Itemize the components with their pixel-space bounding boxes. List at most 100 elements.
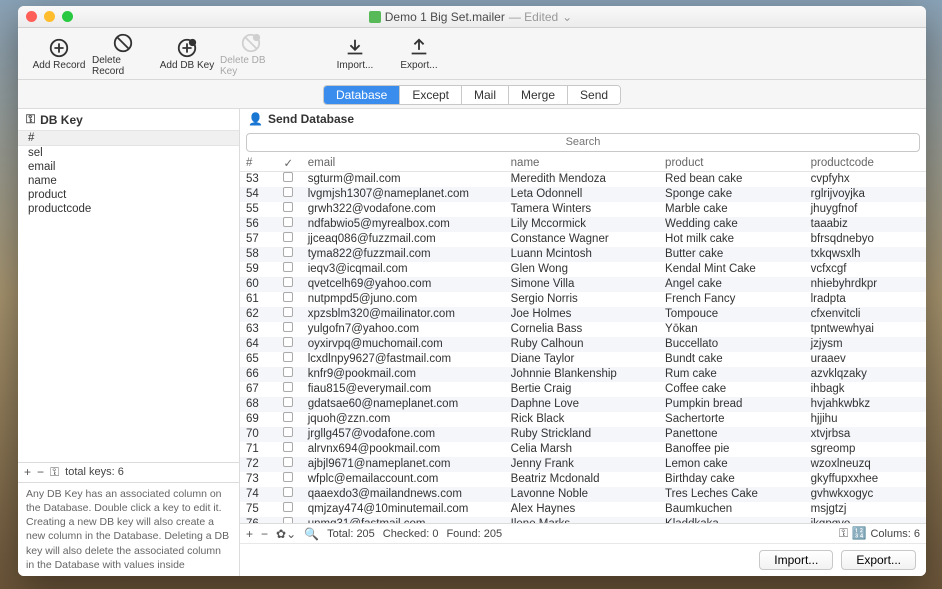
table-row[interactable]: 66knfr9@pookmail.comJohnnie BlankenshipR…	[240, 367, 926, 382]
table-row[interactable]: 72ajbjl9671@nameplanet.comJenny FrankLem…	[240, 457, 926, 472]
db-key-item[interactable]: name	[18, 174, 239, 188]
key-icon: ⚿	[26, 112, 35, 127]
db-key-item[interactable]: sel	[18, 146, 239, 160]
chevron-down-icon[interactable]: ⌄	[562, 10, 572, 24]
tab-except[interactable]: Except	[400, 86, 462, 104]
table-row[interactable]: 65lcxdlnpy9627@fastmail.comDiane TaylorB…	[240, 352, 926, 367]
table-row[interactable]: 57jjceaq086@fuzzmail.comConstance Wagner…	[240, 232, 926, 247]
search-input[interactable]	[246, 133, 920, 152]
row-checkbox[interactable]	[283, 457, 293, 467]
column-header[interactable]: email	[302, 155, 505, 172]
close-icon[interactable]	[26, 11, 37, 22]
import-button[interactable]: Import...	[324, 36, 386, 71]
database-table[interactable]: #✓emailnameproductproductcode 53sgturm@m…	[240, 155, 926, 524]
table-row[interactable]: 56ndfabwio5@myrealbox.comLily MccormickW…	[240, 217, 926, 232]
db-key-item[interactable]: productcode	[18, 202, 239, 216]
add-record-button[interactable]: Add Record	[28, 36, 90, 71]
delete-db-key-button[interactable]: Delete DB Key	[220, 31, 282, 77]
export-button-bottom[interactable]: Export...	[841, 550, 916, 570]
table-row[interactable]: 62xpzsblm320@mailinator.comJoe HolmesTom…	[240, 307, 926, 322]
column-header[interactable]: ✓	[277, 155, 301, 172]
db-key-item[interactable]: #	[18, 130, 239, 146]
minus-icon[interactable]: −	[261, 527, 268, 541]
zoom-icon[interactable]	[62, 11, 73, 22]
table-row[interactable]: 60qvetcelh69@yahoo.comSimone VillaAngel …	[240, 277, 926, 292]
table-row[interactable]: 54lvgmjsh1307@nameplanet.comLeta Odonnel…	[240, 187, 926, 202]
table-row[interactable]: 55grwh322@vodafone.comTamera WintersMarb…	[240, 202, 926, 217]
row-checkbox[interactable]	[283, 277, 293, 287]
status-checked: Checked: 0	[383, 528, 439, 540]
table-row[interactable]: 73wfplc@emailaccount.comBeatriz Mcdonald…	[240, 472, 926, 487]
table-row[interactable]: 76unmg31@fastmail.comIlene MarksKladdkak…	[240, 517, 926, 524]
tab-merge[interactable]: Merge	[509, 86, 568, 104]
main-title: 👤 Send Database	[240, 109, 926, 129]
row-checkbox[interactable]	[283, 337, 293, 347]
status-found: Found: 205	[446, 528, 502, 540]
row-checkbox[interactable]	[283, 247, 293, 257]
row-checkbox[interactable]	[283, 487, 293, 497]
row-checkbox[interactable]	[283, 352, 293, 362]
row-checkbox[interactable]	[283, 232, 293, 242]
link-icon: ⚿ 🔢	[839, 526, 866, 541]
table-row[interactable]: 69jquoh@zzn.comRick BlackSachertortehjji…	[240, 412, 926, 427]
row-checkbox[interactable]	[283, 322, 293, 332]
row-checkbox[interactable]	[283, 307, 293, 317]
main-panel: 👤 Send Database #✓emailnameproductproduc…	[240, 109, 926, 576]
delete-record-button[interactable]: Delete Record	[92, 31, 154, 77]
table-row[interactable]: 70jrgllg457@vodafone.comRuby StricklandP…	[240, 427, 926, 442]
table-row[interactable]: 71alrvnx694@pookmail.comCelia MarshBanof…	[240, 442, 926, 457]
row-checkbox[interactable]	[283, 292, 293, 302]
table-row[interactable]: 63yulgofn7@yahoo.comCornelia BassYōkantp…	[240, 322, 926, 337]
db-key-list[interactable]: #selemailnameproductproductcode	[18, 130, 239, 462]
add-db-key-button[interactable]: Add DB Key	[156, 36, 218, 71]
export-button[interactable]: Export...	[388, 36, 450, 71]
table-row[interactable]: 74qaaexdo3@mailandnews.comLavonne NobleT…	[240, 487, 926, 502]
column-header[interactable]: #	[240, 155, 277, 172]
column-header[interactable]: productcode	[805, 155, 926, 172]
tab-send[interactable]: Send	[568, 86, 620, 104]
row-checkbox[interactable]	[283, 367, 293, 377]
db-key-item[interactable]: email	[18, 160, 239, 174]
tab-database[interactable]: Database	[324, 86, 400, 104]
toolbar: Add RecordDelete RecordAdd DB KeyDelete …	[18, 28, 926, 80]
row-checkbox[interactable]	[283, 427, 293, 437]
column-header[interactable]: product	[659, 155, 805, 172]
row-checkbox[interactable]	[283, 202, 293, 212]
row-checkbox[interactable]	[283, 262, 293, 272]
column-header[interactable]: name	[505, 155, 659, 172]
import-button-bottom[interactable]: Import...	[759, 550, 833, 570]
table-row[interactable]: 75qmjzay474@10minutemail.comAlex HaynesB…	[240, 502, 926, 517]
edited-indicator[interactable]: — Edited	[509, 10, 558, 24]
row-checkbox[interactable]	[283, 472, 293, 482]
plus-icon[interactable]: +	[246, 527, 253, 541]
table-row[interactable]: 59ieqv3@icqmail.comGlen WongKendal Mint …	[240, 262, 926, 277]
row-checkbox[interactable]	[283, 217, 293, 227]
status-total: Total: 205	[327, 528, 375, 540]
window-title: Demo 1 Big Set.mailer	[385, 10, 505, 24]
status-columns: Colums: 6	[870, 528, 920, 540]
row-checkbox[interactable]	[283, 382, 293, 392]
table-row[interactable]: 68gdatsae60@nameplanet.comDaphne LovePum…	[240, 397, 926, 412]
titlebar: Demo 1 Big Set.mailer — Edited ⌄	[18, 6, 926, 28]
table-row[interactable]: 53sgturm@mail.comMeredith MendozaRed bea…	[240, 171, 926, 187]
row-checkbox[interactable]	[283, 517, 293, 524]
minimize-icon[interactable]	[44, 11, 55, 22]
row-checkbox[interactable]	[283, 187, 293, 197]
table-row[interactable]: 61nutpmpd5@juno.comSergio NorrisFrench F…	[240, 292, 926, 307]
row-checkbox[interactable]	[283, 397, 293, 407]
tab-mail[interactable]: Mail	[462, 86, 509, 104]
plus-icon[interactable]: +	[24, 465, 31, 479]
row-checkbox[interactable]	[283, 172, 293, 182]
row-checkbox[interactable]	[283, 412, 293, 422]
sidebar: ⚿ DB Key #selemailnameproductproductcode…	[18, 109, 240, 576]
minus-icon[interactable]: −	[37, 465, 44, 479]
row-checkbox[interactable]	[283, 502, 293, 512]
table-row[interactable]: 64oyxirvpq@muchomail.comRuby CalhounBucc…	[240, 337, 926, 352]
status-bar: + − ✿⌄ 🔍 Total: 205 Checked: 0 Found: 20…	[240, 523, 926, 543]
sidebar-hint: Any DB Key has an associated column on t…	[18, 482, 239, 576]
table-row[interactable]: 67fiau815@everymail.comBertie CraigCoffe…	[240, 382, 926, 397]
table-row[interactable]: 58tyma822@fuzzmail.comLuann McintoshButt…	[240, 247, 926, 262]
gear-icon[interactable]: ✿⌄	[276, 527, 296, 541]
row-checkbox[interactable]	[283, 442, 293, 452]
db-key-item[interactable]: product	[18, 188, 239, 202]
